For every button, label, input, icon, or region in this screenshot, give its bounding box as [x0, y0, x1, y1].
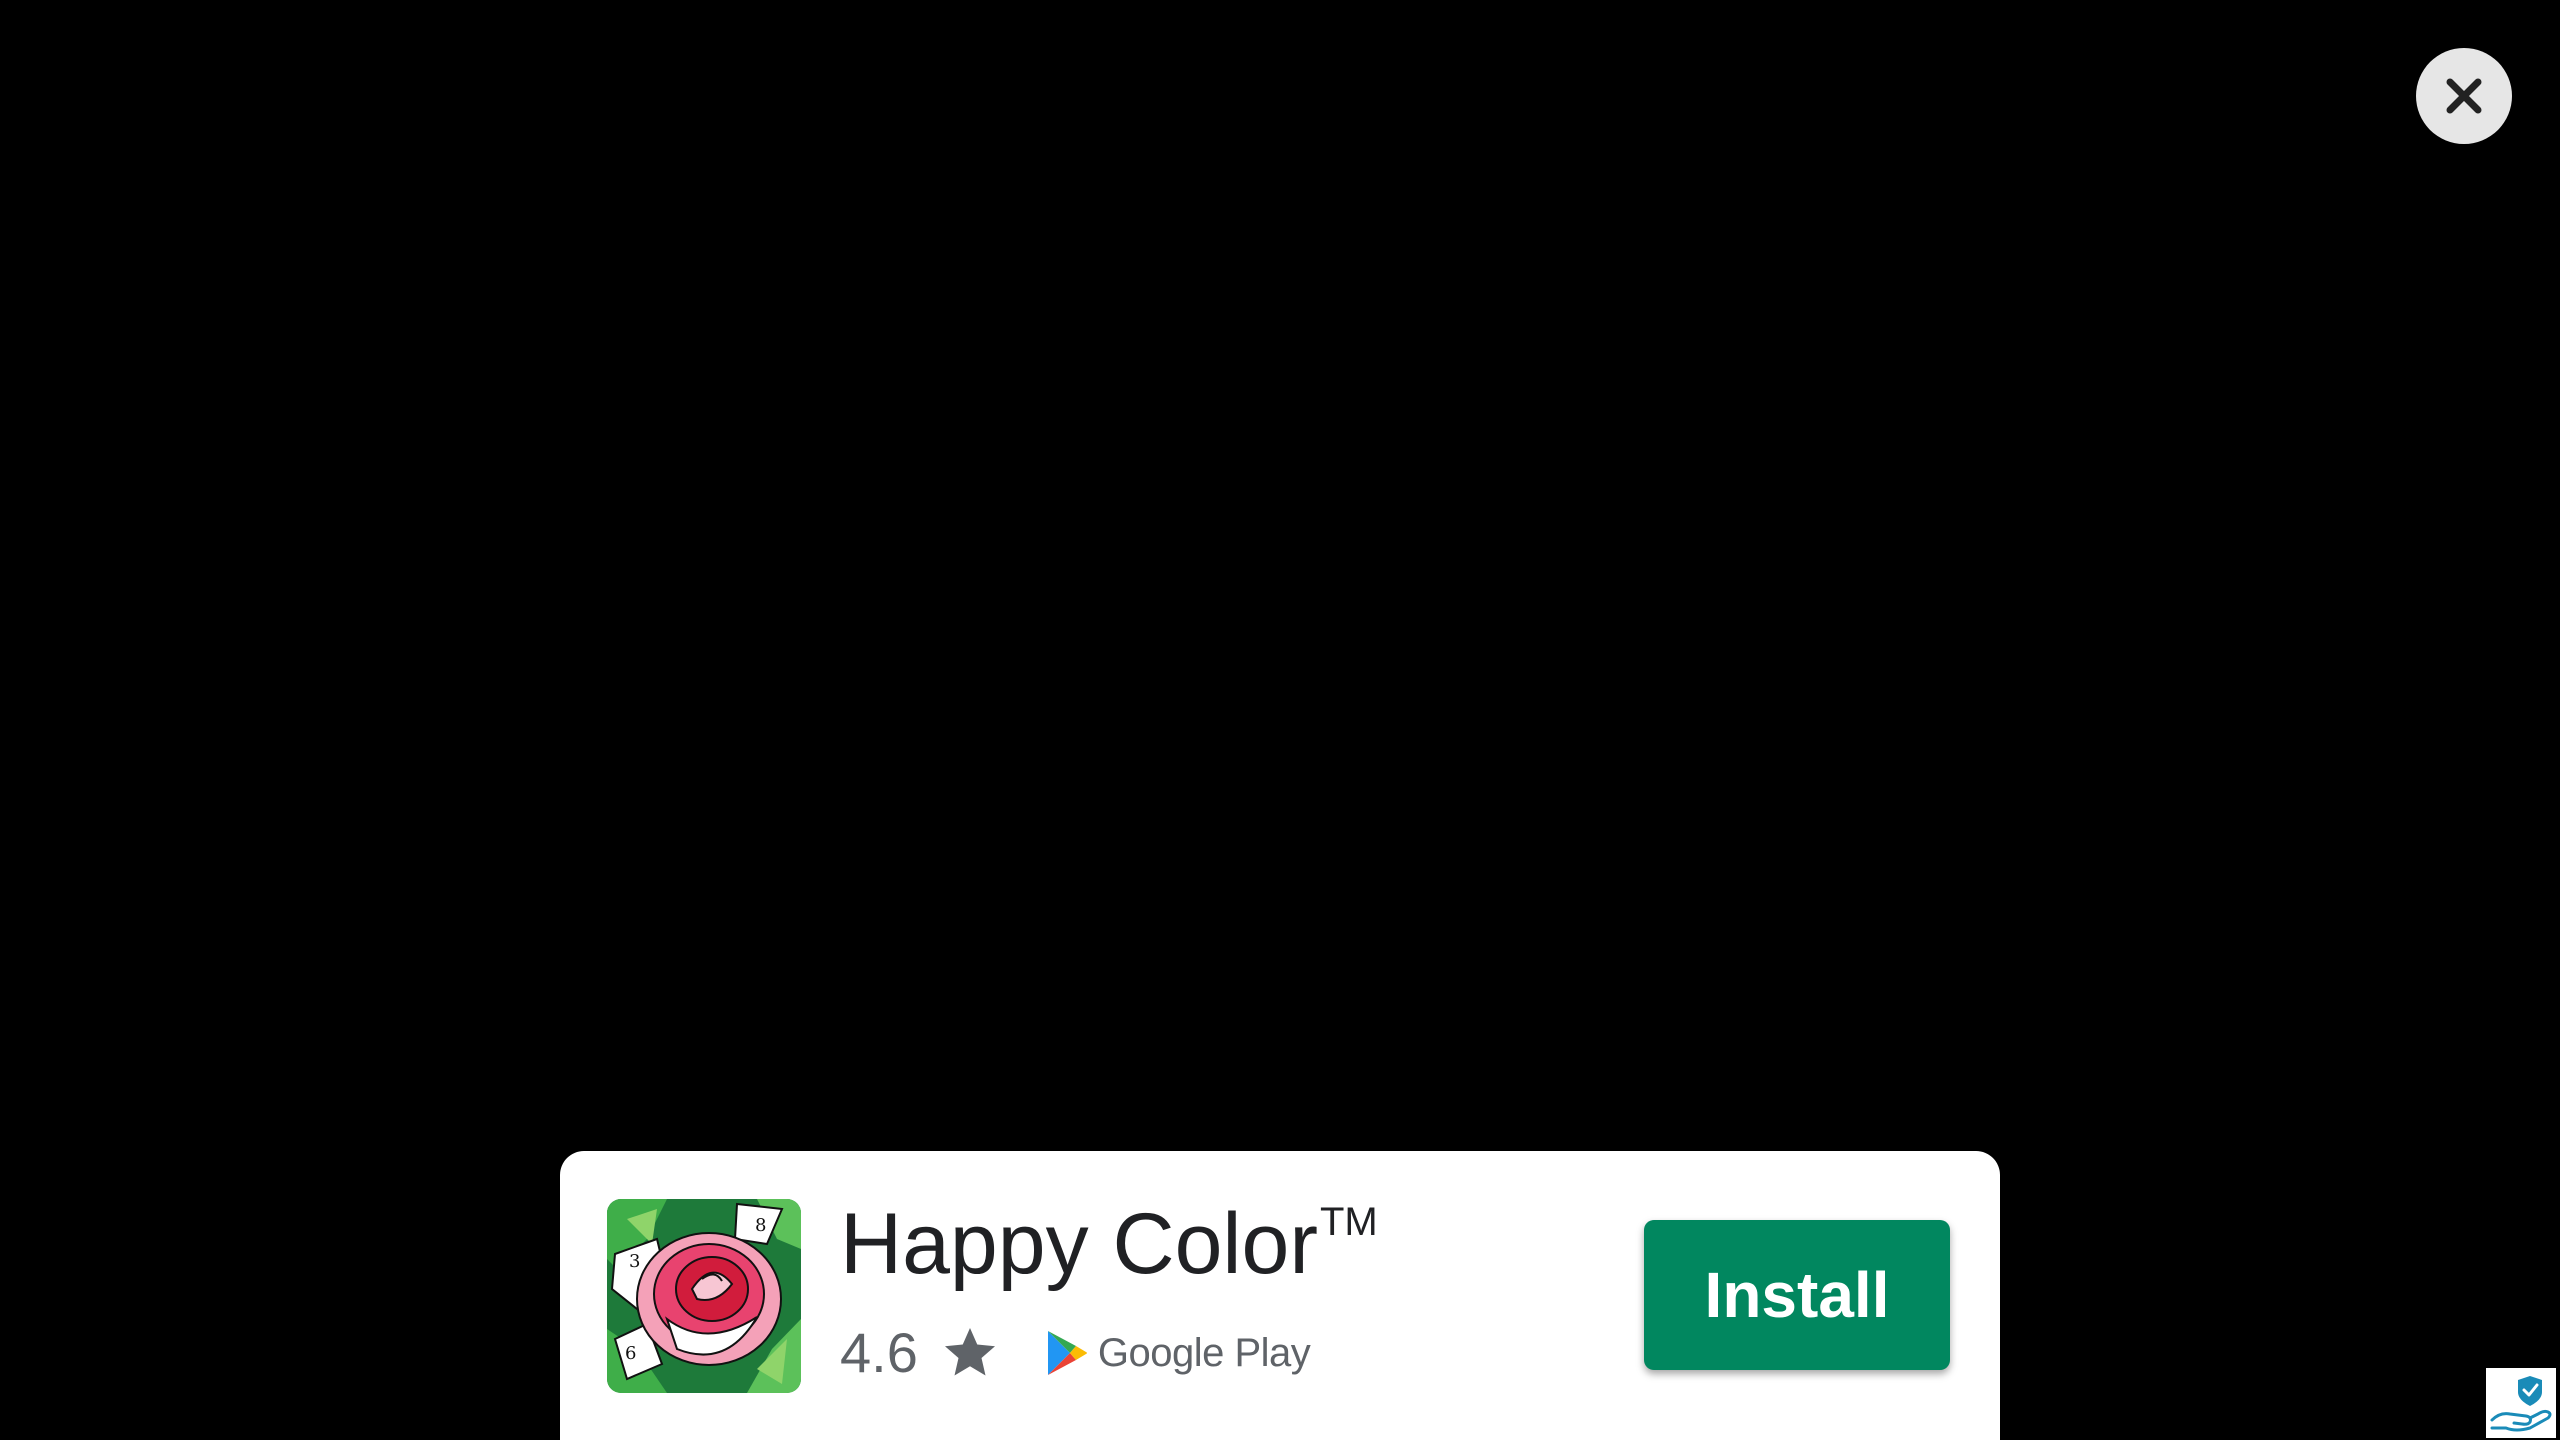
rating-value: 4.6 — [840, 1321, 918, 1384]
google-play-badge[interactable]: Google Play — [1046, 1329, 1311, 1377]
fullscreen-ad: 8 3 6 Happy ColorTM 4.6 Google Play Inst… — [0, 0, 2560, 1440]
adchoices-badge[interactable] — [2486, 1368, 2556, 1438]
rating-row: 4.6 Google Play — [840, 1321, 1311, 1385]
app-name: Happy Color — [840, 1196, 1318, 1292]
google-play-logo-icon — [1047, 1331, 1087, 1375]
star-icon — [944, 1328, 995, 1376]
ad-card[interactable]: 8 3 6 Happy ColorTM 4.6 Google Play Inst… — [560, 1151, 2000, 1440]
app-icon[interactable]: 8 3 6 — [607, 1199, 801, 1393]
install-button[interactable]: Install — [1644, 1220, 1950, 1370]
icon-number-6: 6 — [625, 1343, 636, 1364]
happy-color-rose-icon: 8 3 6 — [607, 1199, 801, 1393]
trademark-symbol: TM — [1320, 1200, 1378, 1244]
close-icon — [2446, 78, 2482, 114]
app-title[interactable]: Happy ColorTM — [840, 1201, 1378, 1287]
adchoices-icon — [2490, 1376, 2552, 1432]
icon-number-3: 3 — [629, 1251, 640, 1272]
close-ad-button[interactable] — [2416, 48, 2512, 144]
store-name: Google Play — [1097, 1331, 1311, 1375]
icon-number-8: 8 — [755, 1215, 766, 1236]
